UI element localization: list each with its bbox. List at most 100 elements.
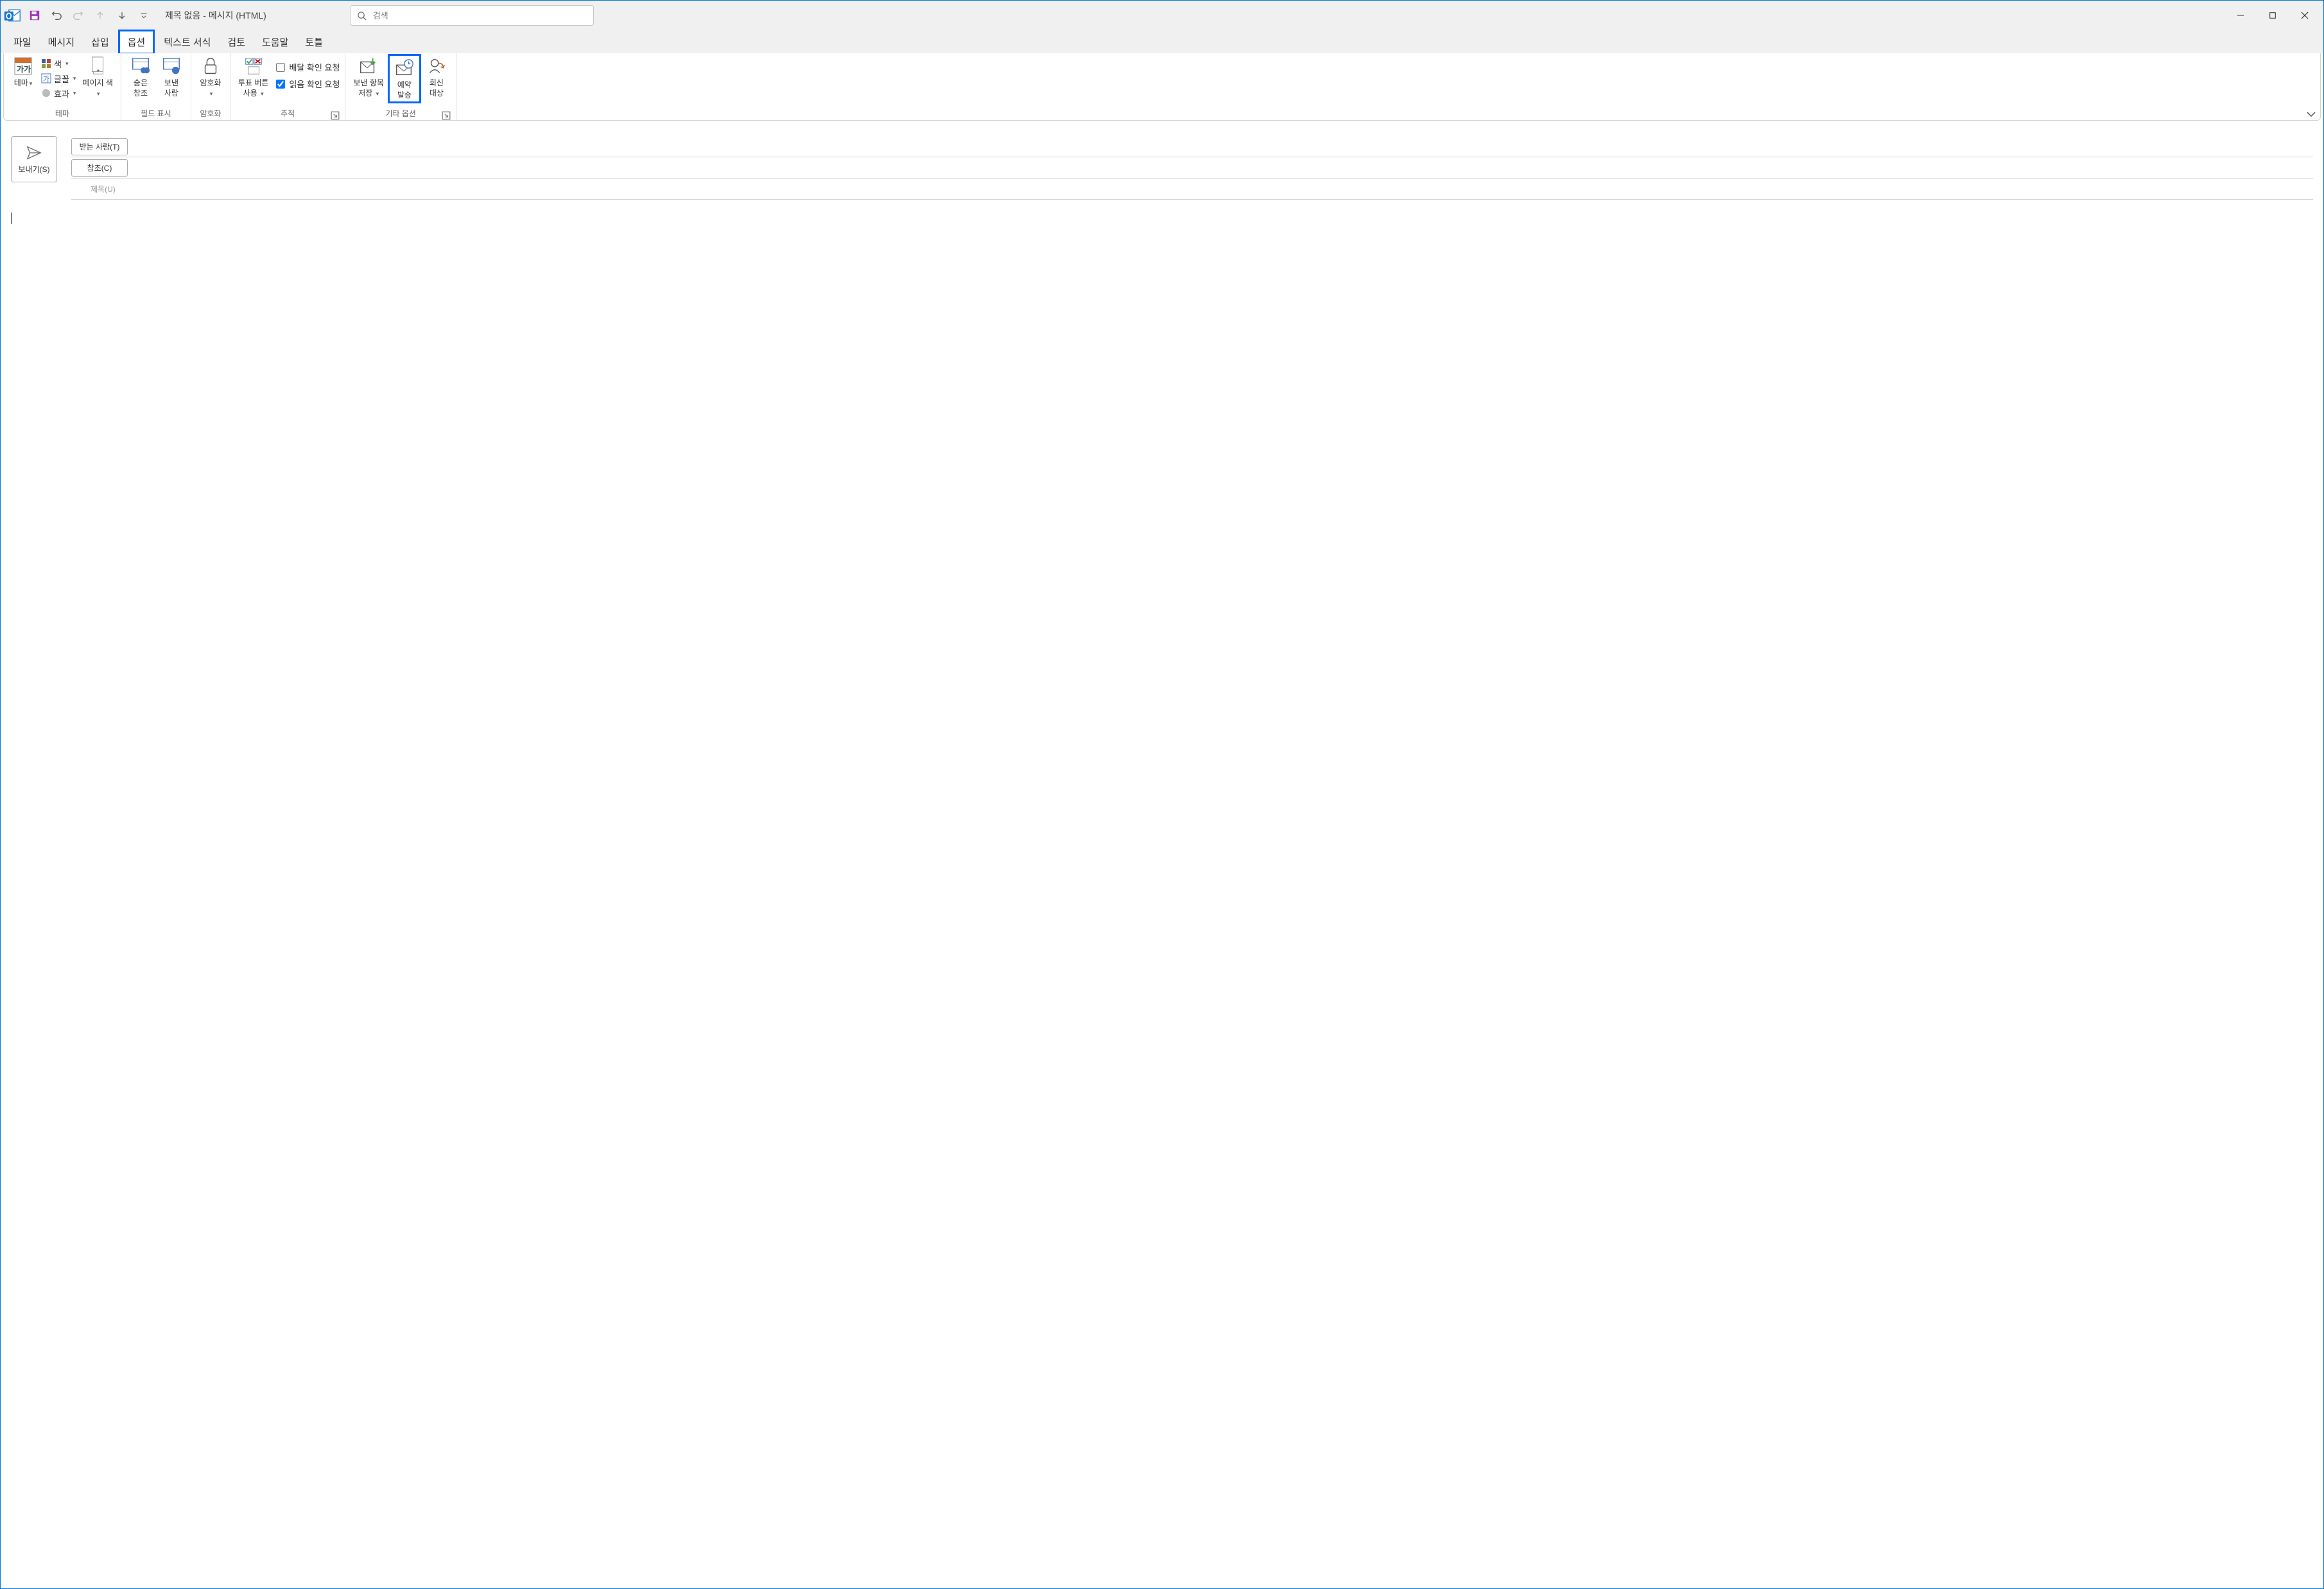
chevron-down-icon: ▾ — [73, 90, 76, 97]
group-encrypt-label: 암호화 — [195, 108, 226, 120]
cc-input[interactable] — [135, 163, 2313, 173]
themes-button[interactable]: 가가 테마▾ — [8, 54, 39, 90]
chevron-down-icon: ▾ — [30, 80, 33, 87]
prev-item-button[interactable] — [91, 6, 110, 25]
subject-row: 제목(U) — [71, 178, 2313, 200]
tab-file[interactable]: 파일 — [6, 31, 39, 53]
page-color-button[interactable]: 페이지 색 ▾ — [78, 54, 117, 100]
fonts-label: 글꼴 — [54, 73, 69, 85]
read-receipt-checkbox[interactable]: 읽음 확인 요청 — [275, 76, 341, 92]
search-input[interactable] — [373, 11, 587, 21]
group-tracking: 투표 버튼 사용 ▾ 배달 확인 요청 읽음 확인 요청 추적 — [230, 53, 345, 120]
lock-icon — [200, 55, 221, 77]
cc-row: 참조(C) — [71, 157, 2313, 178]
window-title: 제목 없음 - 메시지 (HTML) — [165, 9, 266, 22]
ribbon-tabs: 파일 메시지 삽입 옵션 텍스트 서식 검토 도움말 토틀 — [1, 30, 2323, 53]
maximize-button[interactable] — [2257, 3, 2289, 28]
group-fields-label: 필드 표시 — [125, 108, 187, 120]
group-more-options: 보낸 항목 저장 ▾ 예약 발송 — [345, 53, 456, 120]
title-bar: 제목 없음 - 메시지 (HTML) — [1, 1, 2323, 30]
redo-button[interactable] — [69, 6, 88, 25]
search-box[interactable] — [350, 5, 594, 26]
close-button[interactable] — [2289, 3, 2321, 28]
read-receipt-input[interactable] — [276, 80, 285, 89]
text-cursor — [11, 213, 12, 224]
tab-review[interactable]: 검토 — [220, 31, 253, 53]
chevron-down-icon: ▾ — [97, 91, 100, 97]
direct-replies-label: 회신 대상 — [429, 78, 444, 98]
encrypt-label: 암호화 — [200, 78, 221, 87]
colors-icon — [41, 58, 51, 69]
to-button[interactable]: 받는 사람(T) — [71, 138, 128, 155]
group-theme: 가가 테마▾ 색▾ — [4, 53, 121, 120]
subject-input[interactable] — [123, 184, 2313, 194]
tab-message[interactable]: 메시지 — [40, 31, 82, 53]
group-theme-label: 테마 — [8, 108, 117, 120]
group-more-options-label: 기타 옵션 — [385, 108, 416, 119]
compose-area: 보내기(S) 받는 사람(T) 참조(C) 제목(U) — [1, 123, 2323, 1588]
voting-label: 투표 버튼 사용 — [238, 78, 269, 98]
minimize-button[interactable] — [2224, 3, 2257, 28]
read-receipt-label: 읽음 확인 요청 — [289, 78, 340, 90]
bcc-icon — [130, 55, 152, 77]
delivery-receipt-input[interactable] — [276, 63, 285, 72]
tab-insert[interactable]: 삽입 — [83, 31, 117, 53]
svg-text:가가: 가가 — [17, 64, 31, 74]
effects-label: 효과 — [54, 87, 69, 100]
tab-format-text[interactable]: 텍스트 서식 — [156, 31, 218, 53]
to-input[interactable] — [135, 142, 2313, 152]
direct-replies-button[interactable]: 회신 대상 — [421, 54, 452, 100]
voting-icon — [243, 55, 264, 77]
undo-button[interactable] — [47, 6, 66, 25]
effects-button[interactable]: 효과 ▾ — [39, 86, 78, 100]
delay-delivery-icon — [394, 57, 415, 79]
chevron-down-icon: ▾ — [210, 91, 213, 97]
from-button[interactable]: 보낸 사람 — [156, 54, 187, 100]
chevron-down-icon: ▾ — [73, 75, 76, 82]
save-sent-icon — [358, 55, 379, 77]
chevron-down-icon: ▾ — [376, 91, 379, 97]
chevron-down-icon: ▾ — [261, 91, 264, 97]
to-row: 받는 사람(T) — [71, 136, 2313, 157]
save-sent-label: 보낸 항목 저장 — [353, 78, 384, 98]
delay-delivery-label: 예약 발송 — [397, 80, 412, 100]
cc-button[interactable]: 참조(C) — [71, 159, 128, 177]
ribbon-collapse-button[interactable] — [2306, 111, 2316, 117]
bcc-button[interactable]: 숨은 참조 — [125, 54, 156, 100]
fonts-button[interactable]: 가 글꼴 ▾ — [39, 71, 78, 85]
chevron-down-icon: ▾ — [65, 60, 69, 67]
tab-options[interactable]: 옵션 — [118, 30, 155, 55]
qat-customize-button[interactable] — [134, 6, 153, 25]
send-button[interactable]: 보내기(S) — [11, 136, 57, 182]
save-button[interactable] — [25, 6, 44, 25]
page-color-icon — [87, 55, 108, 77]
message-body[interactable] — [11, 213, 2313, 469]
window-controls — [2224, 3, 2321, 28]
tracking-dialog-launcher[interactable] — [331, 111, 340, 120]
compose-header: 보내기(S) 받는 사람(T) 참조(C) 제목(U) — [11, 136, 2313, 200]
tab-totle[interactable]: 토틀 — [297, 31, 331, 53]
effects-icon — [41, 88, 51, 98]
send-icon — [26, 144, 42, 161]
next-item-button[interactable] — [112, 6, 132, 25]
delivery-receipt-checkbox[interactable]: 배달 확인 요청 — [275, 59, 341, 75]
voting-button[interactable]: 투표 버튼 사용 ▾ — [234, 54, 273, 100]
delay-delivery-button[interactable]: 예약 발송 — [388, 54, 421, 103]
svg-text:가: 가 — [43, 75, 49, 83]
more-options-dialog-launcher[interactable] — [442, 111, 451, 120]
ribbon: 가가 테마▾ 색▾ — [4, 53, 2320, 120]
group-show-fields: 숨은 참조 보낸 사람 필드 표시 — [121, 53, 191, 120]
page-color-label: 페이지 색 — [82, 78, 113, 87]
outlook-icon — [3, 6, 21, 24]
tab-help[interactable]: 도움말 — [254, 31, 296, 53]
send-label: 보내기(S) — [18, 164, 49, 175]
group-encrypt: 암호화 ▾ 암호화 — [191, 53, 230, 120]
direct-replies-icon — [426, 55, 447, 77]
colors-button[interactable]: 색▾ — [39, 56, 78, 71]
from-label: 보낸 사람 — [164, 78, 178, 98]
themes-icon: 가가 — [12, 55, 34, 77]
fonts-icon: 가 — [41, 73, 51, 83]
encrypt-button[interactable]: 암호화 ▾ — [195, 54, 226, 100]
colors-label: 색 — [54, 58, 62, 70]
save-sent-button[interactable]: 보낸 항목 저장 ▾ — [349, 54, 388, 100]
